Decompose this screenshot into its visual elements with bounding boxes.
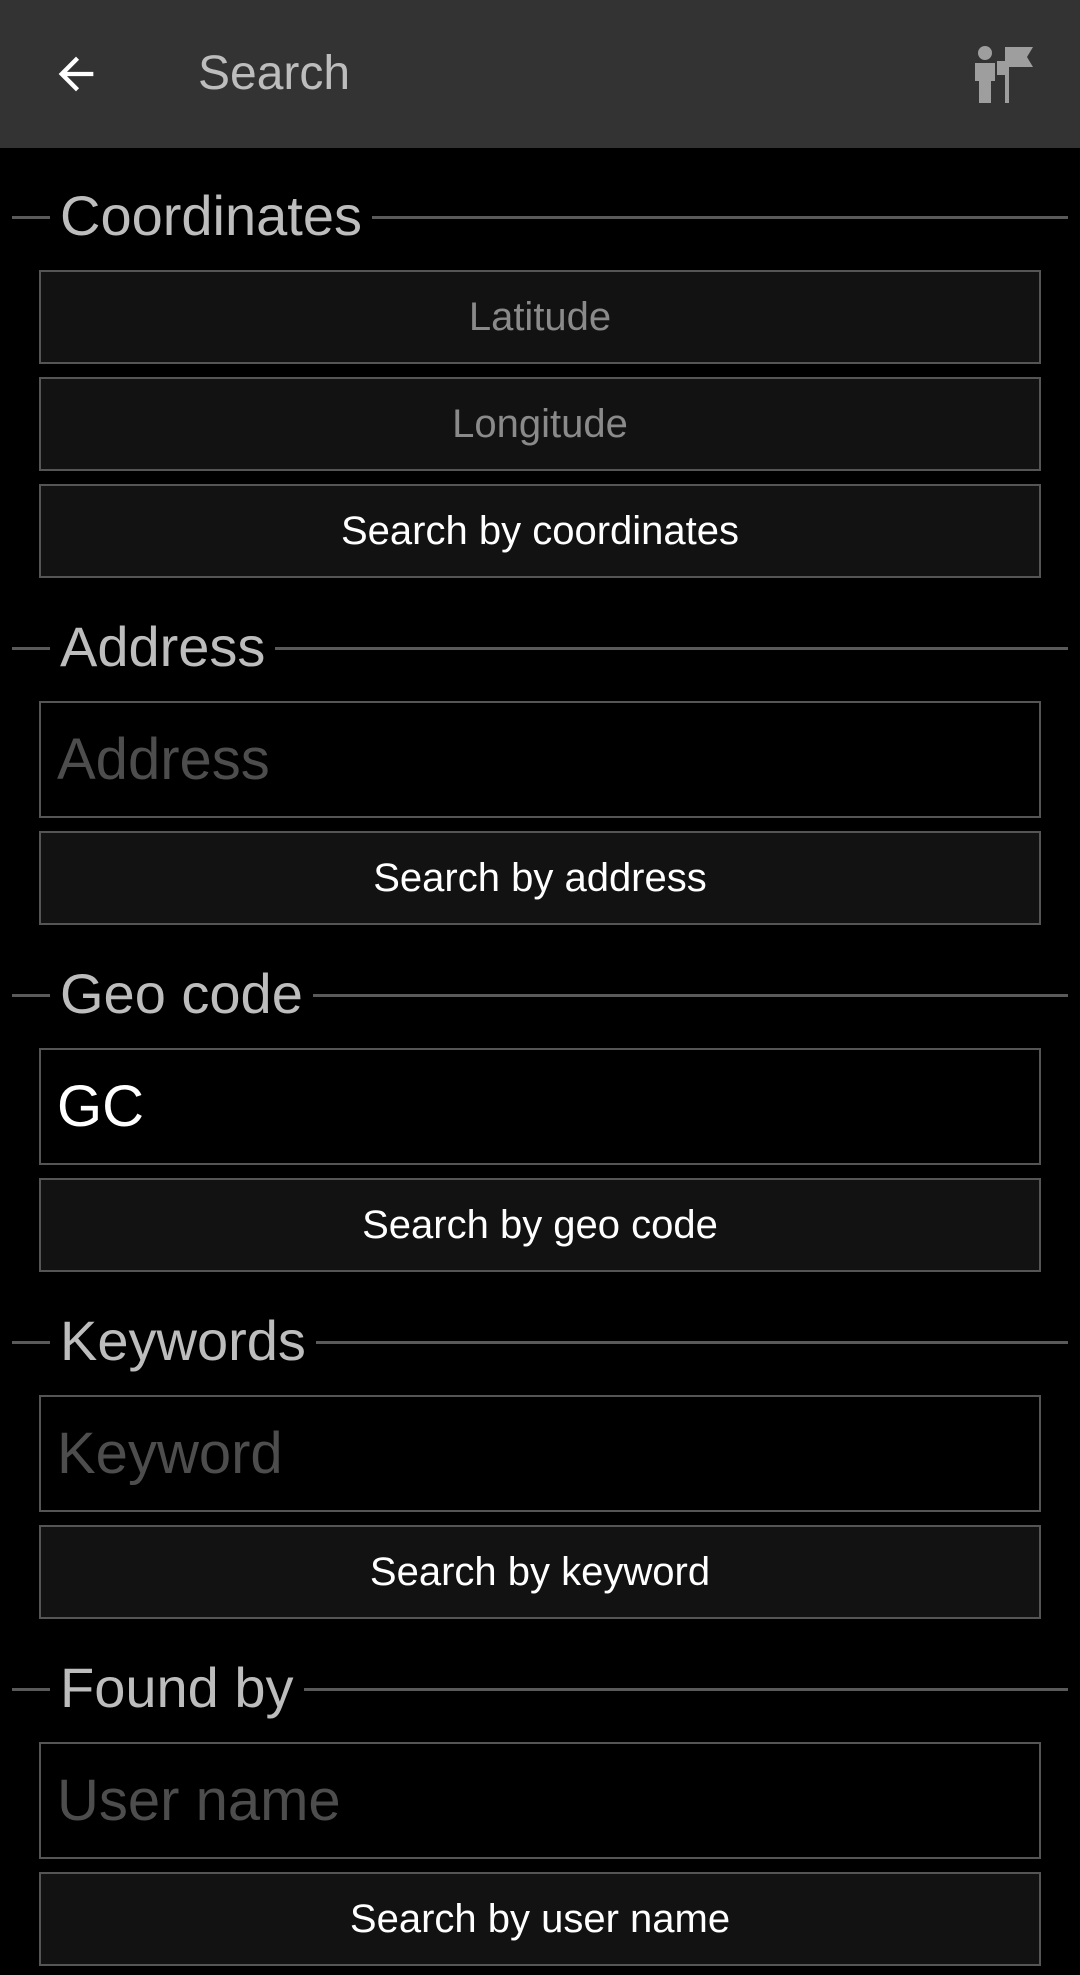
username-input-container	[39, 1742, 1041, 1859]
search-by-keyword-button[interactable]: Search by keyword	[39, 1525, 1041, 1619]
page-title: Search	[198, 47, 351, 100]
search-by-address-button[interactable]: Search by address	[39, 831, 1041, 925]
person-with-flag-icon	[975, 46, 1033, 103]
username-input[interactable]	[57, 1744, 1039, 1857]
latitude-field[interactable]: Latitude	[39, 270, 1041, 364]
geocode-section-title: Geo code	[50, 959, 313, 1029]
keywords-section-title: Keywords	[50, 1306, 316, 1376]
coordinates-section-title: Coordinates	[50, 181, 372, 251]
address-section-header: Address	[12, 612, 1068, 682]
found-by-section-header: Found by	[12, 1653, 1068, 1723]
keyword-input[interactable]	[57, 1397, 1039, 1510]
latitude-label: Latitude	[468, 294, 612, 339]
user-location-button[interactable]	[966, 36, 1042, 112]
keywords-section-header: Keywords	[12, 1306, 1068, 1376]
geocode-input-container	[39, 1048, 1041, 1165]
found-by-section-title: Found by	[50, 1653, 304, 1723]
keyword-input-container	[39, 1395, 1041, 1512]
address-section-title: Address	[50, 612, 276, 682]
address-input-container	[39, 701, 1041, 818]
geocode-section-header: Geo code	[12, 959, 1068, 1029]
app-toolbar: Search	[0, 0, 1080, 148]
coordinates-section-header: Coordinates	[12, 181, 1068, 251]
longitude-field[interactable]: Longitude	[39, 377, 1041, 471]
search-by-geocode-button[interactable]: Search by geo code	[39, 1178, 1041, 1272]
search-by-coordinates-button[interactable]: Search by coordinates	[39, 484, 1041, 578]
address-input[interactable]	[57, 703, 1039, 816]
back-button[interactable]	[40, 38, 112, 110]
search-by-username-button[interactable]: Search by user name	[39, 1872, 1041, 1966]
longitude-label: Longitude	[452, 401, 628, 446]
arrow-left-icon	[58, 56, 94, 92]
geocode-input[interactable]	[57, 1050, 1039, 1163]
